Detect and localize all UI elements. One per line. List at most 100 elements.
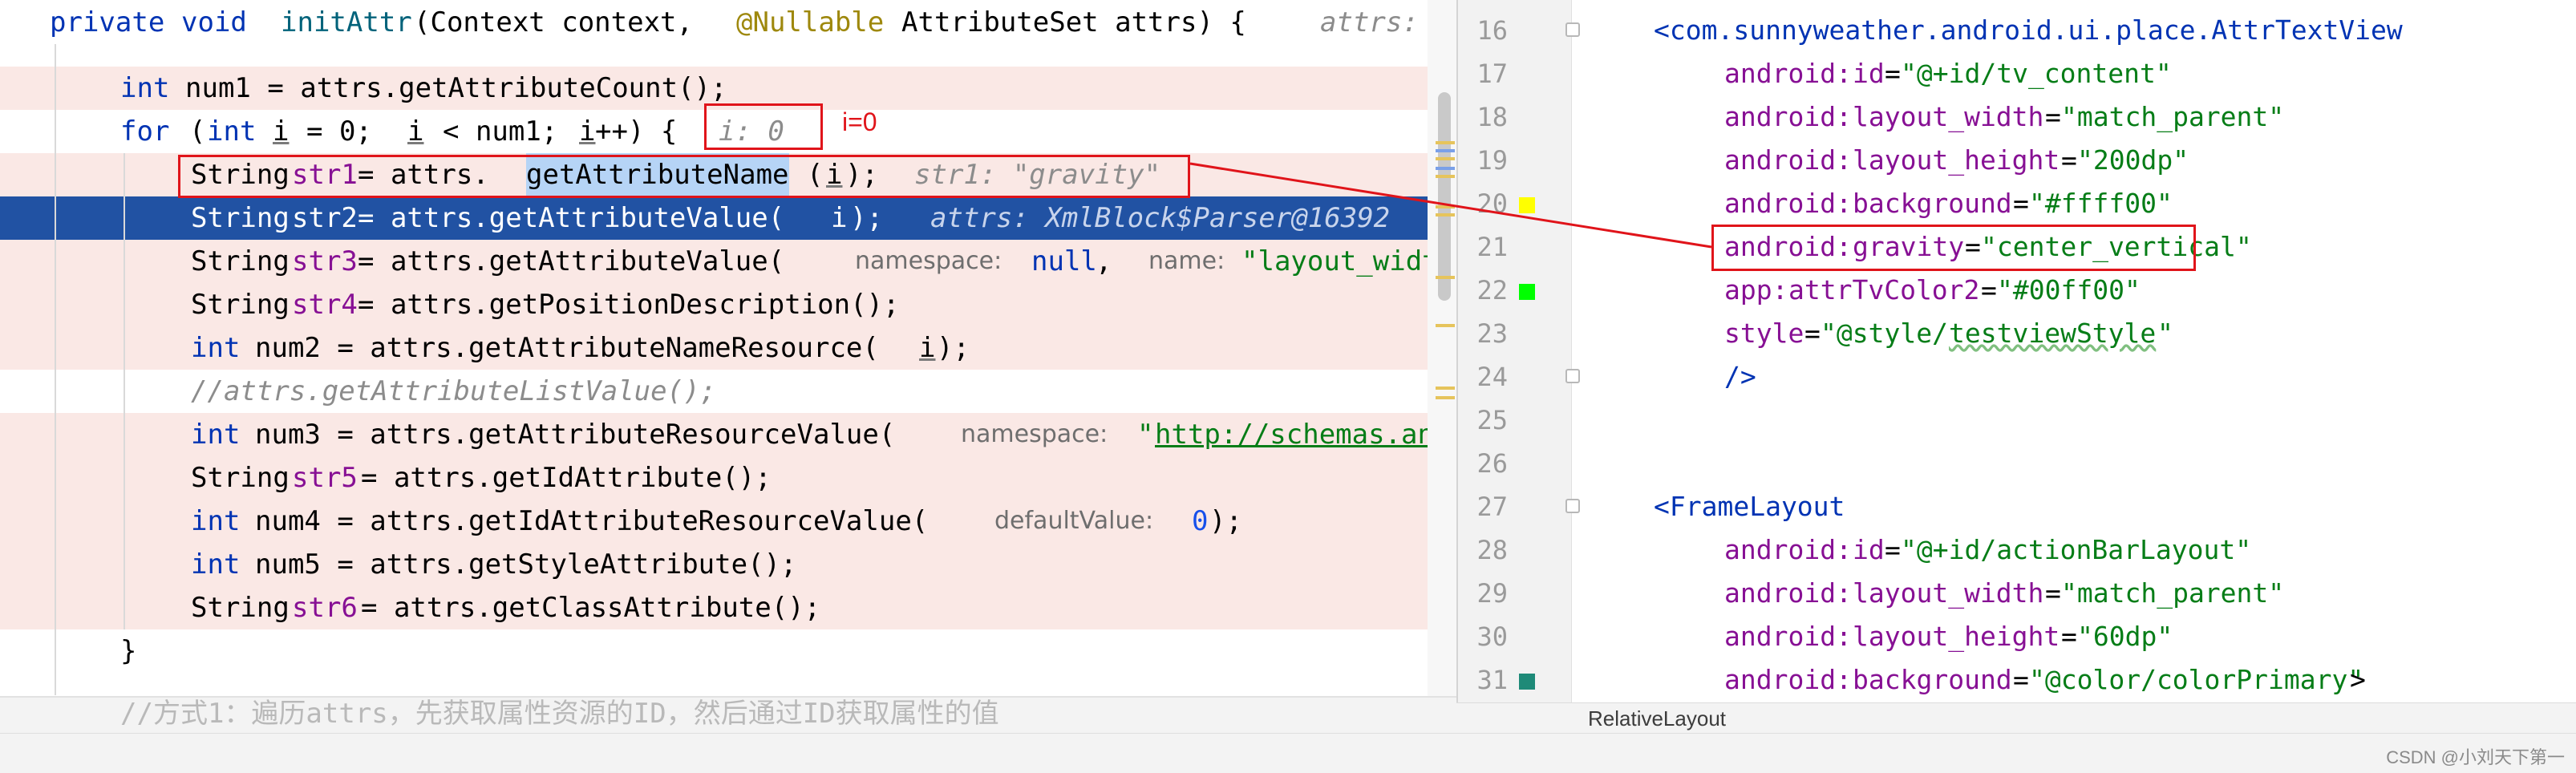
code-text: String xyxy=(191,289,290,321)
inline-debug-value: attrs: XmlBlock$Parser@16392 xyxy=(930,202,1391,234)
xml-namespace: android: xyxy=(1724,188,1852,219)
code-line[interactable]: String str6 = attrs.getClassAttribute(); xyxy=(0,586,1456,629)
scroll-marker xyxy=(1436,175,1455,178)
xml-line[interactable]: <com.sunnyweather.android.ui.place.AttrT… xyxy=(1458,9,2576,52)
xml-line[interactable]: android: layout_height = "60dp" xyxy=(1458,615,2576,658)
indent-guide xyxy=(124,153,125,629)
keyword: private xyxy=(50,6,165,38)
code-text: num1 = attrs.getAttributeCount(); xyxy=(185,72,727,104)
xml-attribute: layout_height xyxy=(1853,621,2060,652)
editor-scrollbar-thumb[interactable] xyxy=(1438,92,1451,301)
xml-value: "@+id/tv_content" xyxy=(1901,58,2172,89)
xml-line[interactable]: android: layout_height = "200dp" xyxy=(1458,139,2576,182)
code-line-closing-brace[interactable]: } xyxy=(0,629,1456,673)
xml-namespace: android: xyxy=(1724,577,1852,609)
xml-equals: = xyxy=(2045,101,2061,132)
code-line-current-execution[interactable]: String str2 = attrs.getAttributeValue( i… xyxy=(0,196,1456,240)
loop-variable: i xyxy=(273,115,290,148)
java-editor[interactable]: private void initAttr (Context context, … xyxy=(0,0,1456,733)
xml-line[interactable]: style = "@style/ testviewStyle " xyxy=(1458,312,2576,355)
code-text: String xyxy=(191,202,290,234)
scroll-marker xyxy=(1436,149,1455,152)
xml-tag: <FrameLayout xyxy=(1654,491,1845,522)
xml-attribute: background xyxy=(1853,664,2012,695)
code-line[interactable]: String str5 = attrs.getIdAttribute(); xyxy=(0,456,1456,500)
xml-attribute: layout_width xyxy=(1853,101,2044,132)
xml-value-style-name: testviewStyle xyxy=(1949,318,2157,349)
code-line[interactable]: int num3 = attrs.getAttributeResourceVal… xyxy=(0,413,1456,456)
code-line-comment[interactable]: //attrs.getAttributeListValue(); xyxy=(0,370,1456,413)
code-line[interactable]: int num4 = attrs.getIdAttributeResourceV… xyxy=(0,500,1456,543)
xml-line[interactable]: android: layout_width = "match_parent" xyxy=(1458,572,2576,615)
local-variable: str6 xyxy=(292,592,358,624)
xml-value: "#00ff00" xyxy=(1997,274,2141,306)
annotation-box-gravity xyxy=(1711,225,2196,271)
xml-equals: = xyxy=(2045,577,2061,609)
parameter-hint: namespace: xyxy=(961,420,1108,448)
xml-value: "match_parent" xyxy=(2061,577,2285,609)
xml-namespace: android: xyxy=(1724,58,1852,89)
code-text: String xyxy=(191,462,290,494)
keyword: int xyxy=(120,72,170,104)
xml-namespace: android: xyxy=(1724,664,1852,695)
keyword: int xyxy=(191,419,241,451)
xml-line[interactable]: /> xyxy=(1458,355,2576,399)
parameter-hint: defaultValue: xyxy=(994,507,1154,535)
xml-attribute: attrTvColor2 xyxy=(1788,274,1980,306)
parameter-hint: namespace: xyxy=(855,247,1002,275)
xml-tag-end: > xyxy=(2350,664,2366,695)
xml-line[interactable]: <FrameLayout xyxy=(1458,485,2576,528)
string-literal: "layout_widt xyxy=(1241,245,1439,277)
xml-line[interactable]: android: layout_width = "match_parent" xyxy=(1458,95,2576,139)
number-literal: 0 xyxy=(1192,505,1209,537)
annotation-text-i-equals-0: i=0 xyxy=(842,107,877,136)
code-text: num2 = attrs.getAttributeNameResource( xyxy=(255,332,879,364)
code-text: = attrs.getClassAttribute(); xyxy=(361,592,821,624)
xml-equals: = xyxy=(2061,144,2077,176)
xml-equals: = xyxy=(2061,621,2077,652)
xml-namespace: android: xyxy=(1724,621,1852,652)
xml-tag: /> xyxy=(1724,361,1756,392)
code-text: = attrs.getAttributeValue( xyxy=(358,202,785,234)
scroll-marker xyxy=(1436,213,1455,217)
xml-value: "@+id/actionBarLayout" xyxy=(1901,534,2252,565)
xml-value: "60dp" xyxy=(2077,621,2173,652)
xml-line[interactable]: android: background = "@color/colorPrima… xyxy=(1458,658,2576,702)
scroll-marker xyxy=(1436,205,1455,208)
code-line[interactable]: String str3 = attrs.getAttributeValue( n… xyxy=(0,240,1456,283)
local-variable: str5 xyxy=(292,462,358,494)
url-literal[interactable]: http://schemas.an xyxy=(1155,413,1434,456)
scroll-marker xyxy=(1436,157,1455,160)
comment: //attrs.getAttributeListValue(); xyxy=(191,375,717,407)
xml-equals: = xyxy=(1885,534,1901,565)
xml-attribute: layout_height xyxy=(1853,144,2060,176)
keyword: for xyxy=(120,115,170,148)
breadcrumb-item[interactable]: RelativeLayout xyxy=(1588,703,1726,734)
xml-editor[interactable]: 16 17 18 19 20 21 22 23 24 25 26 27 28 2… xyxy=(1456,0,2576,702)
code-line[interactable]: int num2 = attrs.getAttributeNameResourc… xyxy=(0,326,1456,370)
code-text: = 0; xyxy=(306,115,372,148)
xml-tag: <com.sunnyweather.android.ui.place.AttrT… xyxy=(1654,14,2403,46)
code-line[interactable]: int num5 = attrs.getStyleAttribute(); xyxy=(0,543,1456,586)
watermark: CSDN @小刘天下第一 xyxy=(2386,747,2565,767)
code-text: num4 = attrs.getIdAttributeResourceValue… xyxy=(255,505,929,537)
keyword: int xyxy=(191,505,241,537)
xml-equals: = xyxy=(1981,274,1997,306)
local-variable: str3 xyxy=(292,245,358,277)
code-text: ++) { xyxy=(595,115,678,148)
code-line-method-signature[interactable]: private void initAttr (Context context, … xyxy=(0,1,1456,44)
method-name: initAttr xyxy=(281,6,412,38)
xml-value: "match_parent" xyxy=(2061,101,2285,132)
scroll-marker xyxy=(1436,167,1455,170)
xml-line[interactable]: android: id = "@+id/tv_content" xyxy=(1458,52,2576,95)
xml-line[interactable]: android: background = "#ffff00" xyxy=(1458,182,2576,225)
code-text: } xyxy=(120,635,137,667)
code-text: = attrs.getAttributeValue( xyxy=(358,245,785,277)
code-text: = attrs.getPositionDescription(); xyxy=(358,289,900,321)
code-text: AttributeSet attrs) { xyxy=(901,6,1246,38)
annotation-box-str1 xyxy=(178,155,1190,198)
code-line[interactable]: String str4 = attrs.getPositionDescripti… xyxy=(0,283,1456,326)
xml-line[interactable]: android: id = "@+id/actionBarLayout" xyxy=(1458,528,2576,572)
code-text: String xyxy=(191,245,290,277)
xml-line[interactable]: app: attrTvColor2 = "#00ff00" xyxy=(1458,269,2576,312)
